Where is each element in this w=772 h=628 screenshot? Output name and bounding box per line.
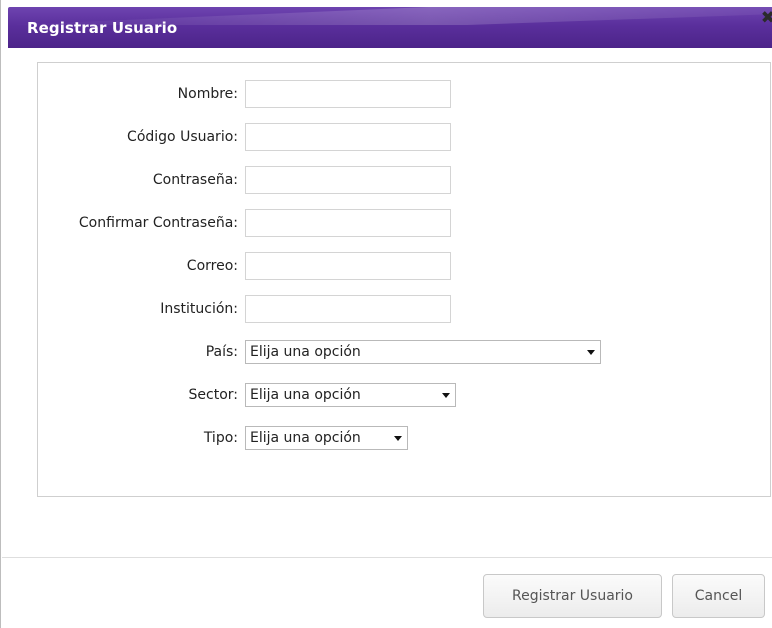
codigo-usuario-label: Código Usuario: [127, 129, 238, 145]
tipo-select[interactable]: Elija una opción [245, 426, 408, 450]
sector-label: Sector: [188, 387, 238, 403]
tipo-select-value: Elija una opción [250, 430, 361, 446]
sector-select-value: Elija una opción [250, 387, 361, 403]
form-row-sector: Sector: Elija una opción [38, 381, 772, 409]
close-icon[interactable]: ✖ [761, 10, 772, 27]
form-row-tipo: Tipo: Elija una opción [38, 424, 772, 452]
codigo-usuario-input[interactable] [245, 123, 451, 151]
register-user-dialog: Registrar Usuario ✖ Nombre: Código Usuar… [0, 0, 772, 628]
form-row-institucion: Institución: [38, 295, 772, 323]
confirmar-contrasena-label: Confirmar Contraseña: [78, 215, 238, 231]
footer-divider [2, 557, 772, 558]
form-row-codigo-usuario: Código Usuario: [38, 123, 772, 151]
correo-input[interactable] [245, 252, 451, 280]
sector-select[interactable]: Elija una opción [245, 383, 456, 407]
pais-select-value: Elija una opción [250, 344, 361, 360]
nombre-label: Nombre: [177, 86, 238, 102]
register-user-button[interactable]: Registrar Usuario [483, 574, 662, 618]
form-row-pais: País: Elija una opción [38, 338, 772, 366]
chevron-down-icon [442, 393, 450, 398]
chevron-down-icon [587, 350, 595, 355]
pais-label: País: [205, 344, 238, 360]
nombre-input[interactable] [245, 80, 451, 108]
pais-select[interactable]: Elija una opción [245, 340, 601, 364]
contrasena-input[interactable] [245, 166, 451, 194]
dialog-titlebar[interactable]: Registrar Usuario [8, 7, 772, 48]
registration-form: Nombre: Código Usuario: Contraseña: Conf… [37, 62, 771, 497]
confirmar-contrasena-input[interactable] [245, 209, 451, 237]
institucion-label: Institución: [160, 301, 238, 317]
cancel-button[interactable]: Cancel [672, 574, 765, 618]
form-row-correo: Correo: [38, 252, 772, 280]
institucion-input[interactable] [245, 295, 451, 323]
chevron-down-icon [394, 436, 402, 441]
dialog-title: Registrar Usuario [27, 19, 178, 37]
form-row-nombre: Nombre: [38, 80, 772, 108]
correo-label: Correo: [186, 258, 238, 274]
form-row-contrasena: Contraseña: [38, 166, 772, 194]
form-row-confirmar-contrasena: Confirmar Contraseña: [38, 209, 772, 237]
tipo-label: Tipo: [203, 430, 238, 446]
contrasena-label: Contraseña: [152, 172, 238, 188]
